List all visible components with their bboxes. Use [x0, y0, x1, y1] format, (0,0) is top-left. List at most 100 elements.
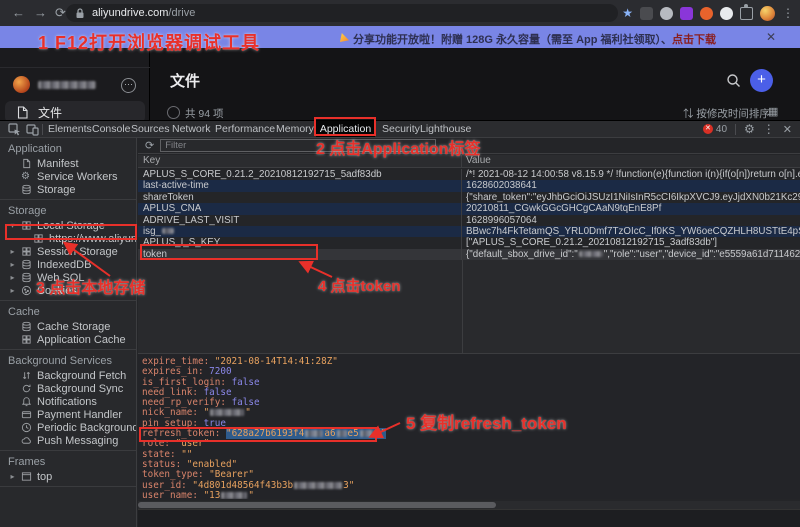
text-fragment: "13	[204, 490, 221, 499]
annotation-step1: 1 F12打开浏览器调试工具	[38, 29, 260, 55]
sidebar-item-label: top	[37, 471, 52, 483]
expand-arrow-icon[interactable]: ▸	[8, 247, 17, 256]
expand-arrow-icon[interactable]: ▸	[8, 286, 17, 295]
devtools-tab-network[interactable]: Network	[172, 121, 211, 137]
select-all-checkbox[interactable]	[167, 106, 180, 119]
devtools-controls: ✕40 ⚙ ⋮ ✕	[703, 121, 792, 137]
preview-value: false	[232, 377, 260, 388]
sort-label: 按修改时间排序	[696, 108, 770, 120]
sidebar-item-service-workers[interactable]: ⚙Service Workers	[0, 170, 136, 183]
banner-close-icon[interactable]: ✕	[766, 30, 776, 44]
browser-profile-avatar[interactable]	[760, 6, 775, 21]
devtools-close-icon[interactable]: ✕	[783, 123, 792, 136]
table-row-adrive-last-visit[interactable]: ADRIVE_LAST_VISIT1628996057064	[138, 215, 800, 226]
scrollbar-thumb[interactable]	[138, 502, 496, 508]
search-icon[interactable]	[726, 73, 741, 88]
banner-download-link[interactable]: 点击下载	[672, 34, 716, 46]
table-empty-area	[138, 260, 800, 353]
gear-icon: ⚙	[21, 171, 33, 182]
text-fragment: 3"	[343, 480, 354, 491]
text-fragment: "	[248, 490, 254, 499]
annotation-step3: 3 点击本地存储	[36, 274, 145, 298]
expand-arrow-icon[interactable]: ▸	[8, 472, 17, 481]
redacted-blur	[579, 251, 603, 257]
cell-value: 1628996057064	[462, 215, 800, 226]
sidebar-item-payment-handler[interactable]: Payment Handler	[0, 408, 136, 421]
sidebar-item-notifications[interactable]: Notifications	[0, 395, 136, 408]
sidebar-item-periodic-background-sync[interactable]: Periodic Background Sync	[0, 421, 136, 434]
device-toolbar-icon[interactable]	[26, 123, 39, 136]
grid-view-icon[interactable]: ▦	[768, 105, 778, 118]
preview-entry-is-first-login[interactable]: is_first_login: false	[142, 378, 800, 388]
browser-menu-icon[interactable]: ⋮	[782, 6, 794, 20]
refresh-icon[interactable]: ⟳	[145, 139, 154, 152]
sidebar-item-label: Session Storage	[37, 246, 118, 258]
cloud-icon	[21, 435, 33, 446]
devtools-tab-console[interactable]: Console	[92, 121, 131, 137]
sidebar-item-files[interactable]: 文件	[5, 101, 145, 120]
url-path: /drive	[168, 7, 195, 19]
devtools-tab-elements[interactable]: Elements	[48, 121, 92, 137]
inspect-element-icon[interactable]	[8, 123, 21, 136]
devtools-tab-memory[interactable]: Memory	[276, 121, 314, 137]
back-icon[interactable]: ←	[12, 4, 25, 22]
table-row-aplus-s-core-0-21-2-20210812192715-5adf83db[interactable]: APLUS_S_CORE_0.21.2_20210812192715_5adf8…	[138, 169, 800, 180]
sidebar-files-label: 文件	[38, 104, 62, 121]
sidebar-section-title: Storage	[0, 203, 136, 219]
sidebar-item-background-sync[interactable]: Background Sync	[0, 382, 136, 395]
preview-entry-user-name[interactable]: user_name: "13"	[142, 491, 800, 499]
db-icon	[21, 184, 33, 195]
sidebar-section-background-services: Background ServicesBackground FetchBackg…	[0, 350, 136, 451]
extension-icon[interactable]	[720, 7, 733, 20]
sidebar-item-top[interactable]: ▸ top	[0, 470, 136, 483]
sidebar-item-session-storage[interactable]: ▸ Session Storage	[0, 245, 136, 258]
sidebar-item-label: Periodic Background Sync	[37, 422, 137, 434]
cell-value: 1628602038641	[462, 180, 800, 191]
horizontal-scrollbar[interactable]	[138, 501, 800, 509]
error-count: 40	[716, 124, 727, 135]
extensions-puzzle-icon[interactable]	[740, 7, 753, 20]
extension-icon[interactable]	[640, 7, 653, 20]
settings-gear-icon[interactable]: ⚙	[744, 122, 755, 136]
table-row-aplus-cna[interactable]: APLUS_CNA20210811_CGwkGGcGHCgCAaN9tqEnE8…	[138, 203, 800, 214]
sidebar-item-push-messaging[interactable]: Push Messaging	[0, 434, 136, 447]
forward-icon[interactable]: →	[34, 4, 47, 22]
expand-arrow-icon[interactable]: ▸	[8, 260, 17, 269]
page-title: 文件	[170, 70, 200, 91]
preview-entry-state[interactable]: state: ""	[142, 450, 800, 460]
user-avatar[interactable]	[13, 76, 30, 93]
devtools-menu-icon[interactable]: ⋮	[763, 122, 775, 136]
extension-icon[interactable]	[660, 7, 673, 20]
sidebar-item-label: IndexedDB	[37, 259, 91, 271]
sidebar-item-manifest[interactable]: Manifest	[0, 157, 136, 170]
cell-key: ADRIVE_LAST_VISIT	[138, 215, 462, 226]
sidebar-item-storage[interactable]: Storage	[0, 183, 136, 196]
devtools-tab-performance[interactable]: Performance	[215, 121, 275, 137]
sidebar-item-background-fetch[interactable]: Background Fetch	[0, 369, 136, 382]
sort-control[interactable]: ⇅ 按修改时间排序	[683, 106, 770, 120]
column-header-value[interactable]: Value	[462, 155, 800, 167]
cell-key: last-active-time	[138, 180, 462, 191]
bookmark-star-icon[interactable]: ★	[622, 6, 633, 20]
sidebar-item-label: Notifications	[37, 396, 97, 408]
table-row-sharetoken[interactable]: shareToken{"share_token":"eyJhbGciOiJSUz…	[138, 192, 800, 203]
sort-arrows-icon: ⇅	[683, 108, 694, 120]
reload-icon[interactable]: ⟳	[55, 4, 66, 22]
expand-arrow-icon[interactable]: ▸	[8, 273, 17, 282]
add-button[interactable]: +	[750, 69, 773, 92]
table-row-last-active-time[interactable]: last-active-time1628602038641	[138, 180, 800, 191]
card-icon	[21, 409, 33, 420]
address-bar[interactable]: aliyundrive.com/drive	[66, 4, 618, 22]
preview-entry-expire-time[interactable]: expire_time: "2021-08-14T14:41:28Z"	[142, 357, 800, 367]
table-row-isg[interactable]: isg_BBwc7h4FkTetamQS_YRL0Dmf7TzOIcC_If0K…	[138, 226, 800, 237]
devtools-tab-sources[interactable]: Sources	[131, 121, 170, 137]
extension-icon[interactable]	[700, 7, 713, 20]
frame-icon	[21, 471, 33, 482]
annotation-step5: 5 复制refresh_token	[406, 409, 567, 434]
extension-icon[interactable]	[680, 7, 693, 20]
sidebar-item-indexeddb[interactable]: ▸ IndexedDB	[0, 258, 136, 271]
sidebar-item-application-cache[interactable]: Application Cache	[0, 333, 136, 346]
account-menu-icon[interactable]: ⋯	[121, 78, 136, 93]
sidebar-item-cache-storage[interactable]: Cache Storage	[0, 320, 136, 333]
error-badge[interactable]: ✕40	[703, 124, 727, 135]
